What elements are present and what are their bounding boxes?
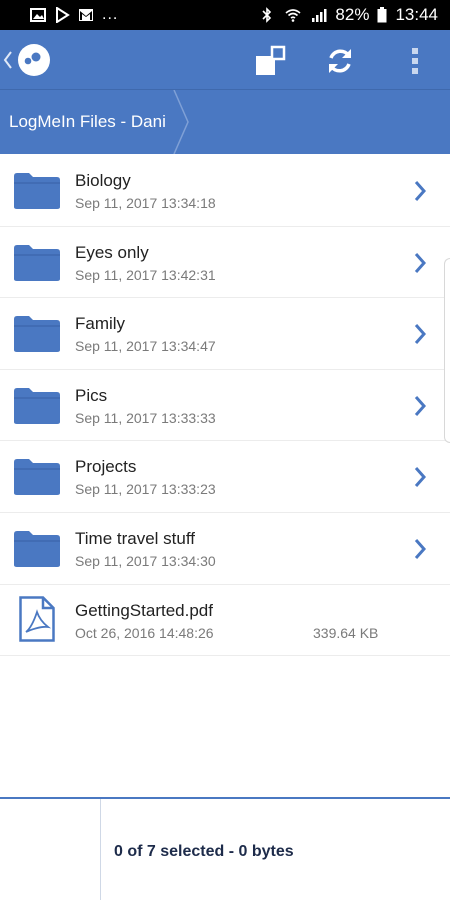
window-icon [256,45,286,75]
list-item[interactable]: Time travel stuff Sep 11, 2017 13:34:30 [0,513,450,585]
file-date: Oct 26, 2016 14:48:26 [75,624,214,641]
file-name: Biology [75,171,131,190]
file-name: Family [75,314,126,334]
chevron-right-icon[interactable] [413,466,427,488]
chevron-right-icon[interactable] [413,323,427,345]
breadcrumb-separator-icon [173,90,189,154]
more-vert-icon [412,48,418,74]
file-name: Pics [75,385,108,405]
app-bar [0,30,450,90]
clock: 13:44 [395,5,438,24]
file-date: Sep 11, 2017 13:34:18 [75,195,216,211]
file-list: Biology Sep 11, 2017 13:34:18 Eyes only … [0,155,450,657]
file-name: Eyes only [75,242,149,262]
file-date: Sep 11, 2017 13:34:30 [75,552,216,569]
back-chevron-icon[interactable] [3,50,13,70]
list-item[interactable]: Eyes only Sep 11, 2017 13:42:31 [0,227,450,299]
folder-icon [14,387,60,424]
more-options-button[interactable] [398,44,432,78]
file-name: Time travel stuff [75,528,195,548]
file-size: 339.64 KB [313,624,379,641]
notification-overflow: ... [102,6,119,23]
file-name: Projects [75,457,137,477]
breadcrumb: LogMeIn Files - Dani [0,90,450,154]
battery-percent: 82% [335,5,370,24]
file-date: Sep 11, 2017 13:33:33 [75,409,216,426]
chevron-right-icon[interactable] [413,180,427,202]
scroll-indicator[interactable] [444,258,450,443]
bluetooth-icon [262,7,272,23]
list-item[interactable]: Family Sep 11, 2017 13:34:47 [0,298,450,370]
folder-icon [14,459,60,496]
wifi-icon [285,9,301,22]
status-right: 82% 13:44 [259,5,438,25]
folder-icon [14,244,60,281]
chevron-right-icon[interactable] [413,395,427,417]
list-item[interactable]: Projects Sep 11, 2017 13:33:23 [0,441,450,513]
play-store-icon [56,7,70,23]
file-name: GettingStarted.pdf [75,600,213,620]
signal-icon [312,9,327,22]
pdf-file-icon [19,595,55,642]
folder-icon [14,530,60,567]
status-left: ... [30,6,118,24]
file-date: Sep 11, 2017 13:42:31 [75,266,216,283]
folder-icon [14,173,60,209]
refresh-icon [329,49,351,73]
gmail-icon [79,9,93,21]
footer-divider [100,799,101,900]
chevron-right-icon[interactable] [413,538,427,560]
status-bar: ... 82% 13:44 [0,0,450,30]
selection-summary: 0 of 7 selected - 0 bytes [114,843,294,860]
file-date: Sep 11, 2017 13:34:47 [75,338,216,355]
window-button[interactable] [253,44,287,78]
folder-icon [14,316,60,353]
file-date: Sep 11, 2017 13:33:23 [75,481,216,498]
chevron-right-icon[interactable] [413,252,427,274]
breadcrumb-path[interactable]: LogMeIn Files - Dani [9,112,166,132]
image-icon [30,8,46,22]
battery-icon [377,7,387,23]
logmein-logo-icon[interactable] [17,43,51,77]
list-item[interactable]: Biology Sep 11, 2017 13:34:18 [0,155,450,227]
refresh-button[interactable] [323,44,357,78]
list-item[interactable]: GettingStarted.pdf Oct 26, 2016 14:48:26… [0,585,450,657]
list-item[interactable]: Pics Sep 11, 2017 13:33:33 [0,370,450,442]
selection-footer: 0 of 7 selected - 0 bytes [0,797,450,900]
